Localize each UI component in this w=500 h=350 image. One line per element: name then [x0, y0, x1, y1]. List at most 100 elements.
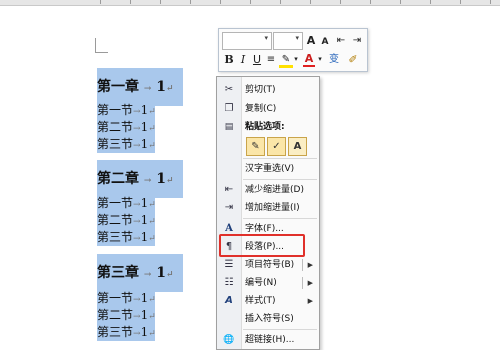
section-line[interactable]: 第三节→1↵ [97, 229, 156, 246]
increase-indent-icon[interactable]: ⇥ [350, 33, 364, 49]
chapter-title: 第一章 [97, 79, 139, 95]
chevron-down-icon: ▾ [295, 34, 299, 42]
submenu-arrow-icon: ▶ [307, 297, 313, 305]
submenu-arrow-icon: ▶ [307, 279, 313, 287]
menu-split-divider [302, 259, 303, 271]
section-line[interactable]: 第二节→1↵ [97, 307, 156, 324]
center-align-icon[interactable]: ≡ [265, 52, 277, 68]
tab-mark: → [133, 217, 141, 227]
menu-separator [243, 158, 317, 159]
font-size-select[interactable]: ▾ [273, 32, 303, 50]
ruler-tick [490, 0, 491, 4]
menu-item-label: 超链接(H)... [245, 335, 295, 345]
menu-separator [243, 179, 317, 180]
tab-mark: → [133, 141, 141, 151]
chapter-heading[interactable]: 第三章 → 1↵ [97, 254, 183, 292]
paragraph-mark: ↵ [166, 270, 174, 280]
underline-button[interactable]: U [251, 52, 263, 68]
menu-item-bullets[interactable]: ☰ 项目符号(B) ▶ [217, 256, 319, 274]
chapter-heading[interactable]: 第二章 → 1↵ [97, 160, 183, 198]
section-line[interactable]: 第三节→1↵ [97, 136, 156, 153]
menu-item-numbering[interactable]: ☷ 编号(N) ▶ [217, 274, 319, 292]
numbering-icon: ☷ [224, 277, 234, 288]
menu-separator [243, 218, 317, 219]
decrease-indent-icon: ⇤ [224, 184, 234, 195]
section-line[interactable]: 第一节→1↵ [97, 102, 156, 119]
copy-icon: ❐ [224, 103, 234, 114]
menu-item-reconvert[interactable]: 汉字重选(V) [217, 160, 319, 178]
increase-indent-icon: ⇥ [224, 202, 234, 213]
paragraph-mark: ↵ [166, 176, 174, 186]
context-menu: ✂ 剪切(T) ❐ 复制(C) ▤ 粘贴选项: ✎ ✓ A 汉字重选(V) ⇤ … [216, 76, 320, 350]
italic-button[interactable]: I [237, 52, 249, 68]
paste-keep-source-button[interactable]: ✎ [246, 137, 265, 156]
menu-item-label: 剪切(T) [245, 85, 276, 95]
paragraph-mark: ↵ [148, 141, 156, 151]
chapter-number: 1 [156, 265, 167, 281]
tab-mark: → [133, 124, 141, 134]
paragraph-mark: ↵ [148, 234, 156, 244]
menu-item-copy[interactable]: ❐ 复制(C) [217, 100, 319, 118]
section-line[interactable]: 第二节→1↵ [97, 212, 156, 229]
menu-item-label: 编号(N) [245, 278, 277, 288]
section-line[interactable]: 第二节→1↵ [97, 119, 156, 136]
grow-font-button[interactable]: A [305, 33, 317, 49]
ruler-tick [370, 0, 371, 4]
section-title: 第三节 [97, 137, 134, 151]
section-line[interactable]: 第三节→1↵ [97, 324, 156, 341]
chapter-title: 第三章 [97, 265, 139, 281]
font-color-button[interactable]: A [303, 52, 315, 67]
menu-split-divider [302, 277, 303, 289]
ruler-tick [250, 0, 251, 4]
menu-paste-options-header: ▤ 粘贴选项: [217, 118, 319, 136]
font-name-select[interactable]: ▾ [222, 32, 272, 50]
paste-merge-format-button[interactable]: ✓ [267, 137, 286, 156]
mini-toolbar: ▾ ▾ A A ⇤ ⇥ B I U ≡ ✎ ▾ A ▾ 变 ✐ [218, 28, 368, 72]
menu-separator [243, 329, 317, 330]
menu-item-increase-indent[interactable]: ⇥ 增加缩进量(I) [217, 199, 319, 217]
section-line[interactable]: 第一节→1↵ [97, 290, 156, 307]
section-title: 第一节 [97, 291, 134, 305]
bullets-icon: ☰ [224, 259, 234, 270]
chapter-title: 第二章 [97, 171, 139, 187]
ruler-tick [430, 0, 431, 4]
menu-item-label: 样式(T) [245, 296, 276, 306]
chapter-heading[interactable]: 第一章 → 1↵ [97, 68, 183, 106]
shrink-font-button[interactable]: A [319, 34, 331, 50]
scissors-icon: ✂ [224, 84, 234, 95]
tab-mark: → [143, 84, 152, 94]
menu-item-hyperlink[interactable]: 🌐 超链接(H)... [217, 331, 319, 349]
tab-mark: → [133, 295, 141, 305]
highlight-icon[interactable]: ✎ [279, 52, 293, 68]
section-title: 第三节 [97, 230, 134, 244]
paragraph-mark: ↵ [148, 107, 156, 117]
bold-button[interactable]: B [223, 52, 235, 68]
styles-icon: A [225, 295, 233, 306]
ruler-tick [190, 0, 191, 4]
chevron-down-icon[interactable]: ▾ [293, 51, 299, 67]
menu-item-styles[interactable]: A 样式(T) ▶ [217, 292, 319, 310]
tab-mark: → [133, 234, 141, 244]
tab-mark: → [143, 270, 152, 280]
ruler-tick [100, 0, 101, 4]
ruler-tick [130, 0, 131, 4]
phonetic-guide-button[interactable]: 变 [327, 52, 341, 68]
horizontal-ruler[interactable] [0, 0, 500, 6]
paragraph-mark: ↵ [148, 217, 156, 227]
paste-icon: ▤ [224, 122, 234, 132]
menu-item-label: 粘贴选项: [245, 122, 285, 132]
menu-item-cut[interactable]: ✂ 剪切(T) [217, 81, 319, 99]
decrease-indent-icon[interactable]: ⇤ [334, 33, 348, 49]
menu-item-decrease-indent[interactable]: ⇤ 减少缩进量(D) [217, 181, 319, 199]
paragraph-mark: ↵ [148, 329, 156, 339]
menu-item-label: 项目符号(B) [245, 260, 295, 270]
section-title: 第一节 [97, 103, 134, 117]
menu-item-insert-symbol[interactable]: 插入符号(S) [217, 310, 319, 328]
section-line[interactable]: 第一节→1↵ [97, 195, 156, 212]
section-title: 第二节 [97, 213, 134, 227]
paragraph-mark: ↵ [148, 124, 156, 134]
chevron-down-icon[interactable]: ▾ [317, 51, 323, 67]
paste-text-only-button[interactable]: A [288, 137, 307, 156]
format-painter-icon[interactable]: ✐ [345, 52, 361, 68]
section-title: 第三节 [97, 325, 134, 339]
